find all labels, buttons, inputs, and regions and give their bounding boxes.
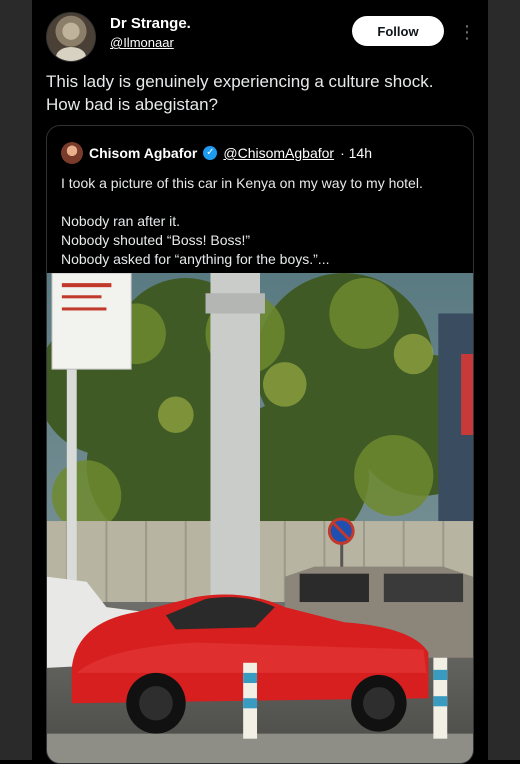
quoted-post-photo[interactable] <box>47 273 473 763</box>
quoted-author-name[interactable]: Chisom Agbafor <box>89 145 197 161</box>
quoted-author-avatar[interactable] <box>61 142 83 164</box>
more-vertical-icon[interactable]: ⋮ <box>458 20 476 44</box>
post-panel: Dr Strange. @Ilmonaar Follow ⋮ This lady… <box>32 0 488 764</box>
quoted-post-text: I took a picture of this car in Kenya on… <box>61 174 463 269</box>
follow-button[interactable]: Follow <box>352 16 444 46</box>
left-margin <box>0 0 32 760</box>
quoted-text-line: Nobody ran after it. <box>61 213 181 229</box>
author-avatar[interactable] <box>46 12 96 62</box>
quoted-text-line: Nobody shouted “Boss! Boss!” <box>61 232 251 248</box>
quoted-text-spacer <box>61 193 463 212</box>
right-margin <box>488 0 520 760</box>
author-handle[interactable]: @Ilmonaar <box>110 35 174 50</box>
quoted-author-handle[interactable]: @ChisomAgbafor <box>223 145 334 161</box>
quoted-post-header: Chisom Agbafor ✓ @ChisomAgbafor · 14h <box>61 142 463 164</box>
post-text: This lady is genuinely experiencing a cu… <box>46 70 474 116</box>
author-name[interactable]: Dr Strange. <box>110 15 191 32</box>
verified-badge-icon: ✓ <box>203 146 218 160</box>
post-text-line: How bad is abegistan? <box>46 95 219 114</box>
car-photo-illustration <box>47 273 473 763</box>
quoted-post[interactable]: Chisom Agbafor ✓ @ChisomAgbafor · 14h I … <box>46 125 474 764</box>
quoted-post-time[interactable]: · 14h <box>340 145 372 161</box>
post-text-line: This lady is genuinely experiencing a cu… <box>46 72 434 91</box>
post-header: Dr Strange. @Ilmonaar Follow ⋮ <box>46 12 476 62</box>
quoted-text-line: I took a picture of this car in Kenya on… <box>61 175 423 191</box>
quoted-text-line: Nobody asked for “anything for the boys.… <box>61 251 330 267</box>
